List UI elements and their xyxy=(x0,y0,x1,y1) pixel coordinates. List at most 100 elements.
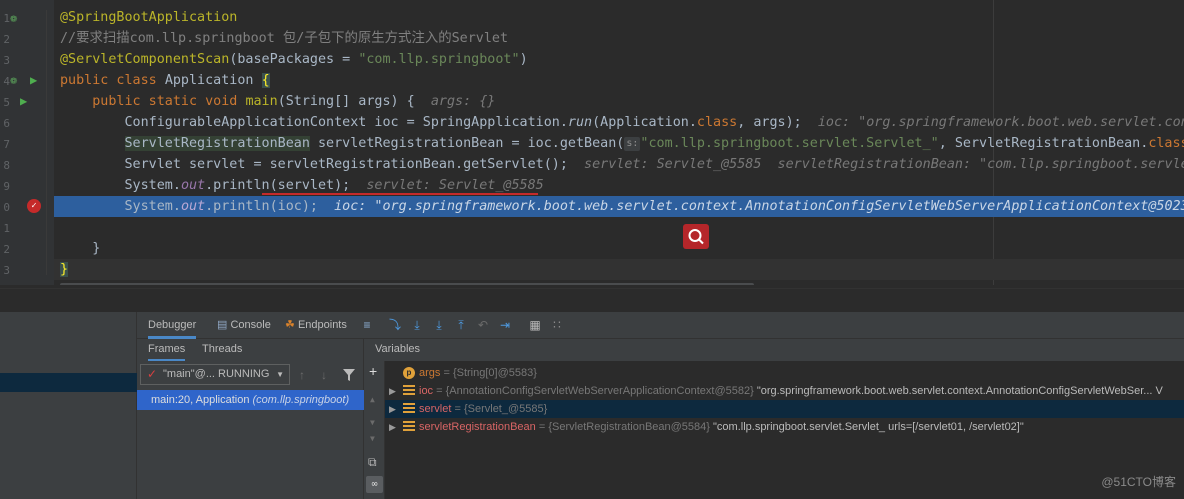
code-token: out xyxy=(180,199,206,214)
thread-select[interactable]: ✓ "main"@... RUNNING ▼ xyxy=(140,364,290,385)
variables-title: Variables xyxy=(364,339,1184,361)
expand-arrow-icon[interactable]: ▶ xyxy=(389,382,396,400)
debug-panel: Debugger ▤ Console ☘ Endpoints ≡ ⤵ ⤓ ⤓ ⤒… xyxy=(0,312,1184,499)
tab-console-label: Console xyxy=(230,319,271,331)
watermark: @51CTO博客 xyxy=(1101,475,1176,489)
code-token: class xyxy=(696,115,738,130)
search-button[interactable] xyxy=(683,224,709,249)
variable-text: servlet = {Servlet_@5585} xyxy=(419,400,547,418)
code-token: System. xyxy=(60,178,181,193)
filter-icon[interactable] xyxy=(343,369,355,381)
code-token: run xyxy=(567,115,593,130)
code-token: "com.llp.springboot" xyxy=(358,52,520,67)
line-number: 3 xyxy=(3,264,10,277)
variables-side-toolbar: + ▲ ▼ ▼ ⧉ ∞ xyxy=(364,339,385,499)
code-line[interactable]: } xyxy=(54,259,1184,280)
code-token: ConfigurableApplicationContext ioc = Spr… xyxy=(60,115,568,130)
code-token: } xyxy=(60,241,101,256)
variable-text: ioc = {AnnotationConfigServletWebServerA… xyxy=(419,382,1163,400)
field-icon xyxy=(403,403,415,415)
spring-bean-icon[interactable]: ❁ xyxy=(10,12,17,24)
inline-debug-value: ioc: "org.springframework.boot.web.servl… xyxy=(334,199,1184,214)
code-token: ServletRegistrationBean xyxy=(124,136,310,151)
expand-arrow-icon[interactable]: ▶ xyxy=(389,400,396,418)
code-token: Servlet servlet = servletRegistrationBea… xyxy=(60,157,585,172)
line-number: 5 xyxy=(3,96,10,109)
step-into-icon[interactable]: ⤓ xyxy=(410,318,424,332)
tab-threads[interactable]: Threads xyxy=(202,339,242,361)
code-line[interactable]: //要求扫描com.llp.springboot 包/子包下的原生方式注入的Se… xyxy=(54,28,1184,49)
code-line[interactable]: public class Application { xyxy=(54,70,1184,91)
step-over-icon[interactable]: ⤵ xyxy=(388,318,402,332)
evaluate-icon[interactable]: ▦ xyxy=(528,318,542,332)
debug-left-strip xyxy=(0,312,137,499)
spring-bean-icon[interactable]: ❁ xyxy=(10,74,17,86)
add-icon[interactable]: + xyxy=(369,363,377,379)
run-gutter-icon[interactable]: ▶ xyxy=(20,95,27,107)
variable-value: "org.springframework.boot.web.servlet.co… xyxy=(753,385,1163,397)
tab-console[interactable]: ▤ Console xyxy=(217,312,271,339)
code-token: (basePackages = xyxy=(229,52,359,67)
variable-row[interactable]: ▶ ioc = {AnnotationConfigServletWebServer… xyxy=(385,382,1184,400)
layout-icon[interactable]: ≡ xyxy=(360,318,374,332)
breakpoint-icon[interactable]: ✓ xyxy=(27,199,41,213)
step-out-icon[interactable]: ⤒ xyxy=(454,318,468,332)
variable-equals: = xyxy=(451,403,464,415)
code-line[interactable]: @SpringBootApplication xyxy=(54,7,1184,28)
expand-arrow-icon[interactable]: ▶ xyxy=(389,418,396,436)
variable-row[interactable]: p args = {String[0]@5583} xyxy=(385,364,1184,382)
code-line[interactable]: ServletRegistrationBean servletRegistrat… xyxy=(54,133,1184,154)
check-icon: ✓ xyxy=(147,367,158,381)
code-token: (Application. xyxy=(592,115,697,130)
run-to-cursor-icon[interactable]: ⇥ xyxy=(498,318,512,332)
variable-row[interactable]: ▶ servlet = {Servlet_@5585} xyxy=(385,400,1184,418)
run-gutter-icon[interactable]: ▶ xyxy=(30,74,37,86)
code-line[interactable]: @ServletComponentScan(basePackages = "co… xyxy=(54,49,1184,70)
selected-session[interactable] xyxy=(0,373,137,392)
frame-row[interactable]: main:20, Application (com.llp.springboot… xyxy=(137,390,364,410)
variable-row[interactable]: ▶ servletRegistrationBean = {ServletRegis… xyxy=(385,418,1184,436)
code-line-execution[interactable]: System.out.println(ioc); ioc: "org.sprin… xyxy=(54,196,1184,217)
line-number: 8 xyxy=(3,159,10,172)
inline-debug-value: ioc: "org.springframework.boot.web.servl… xyxy=(817,115,1184,130)
panel-separator xyxy=(0,288,1184,312)
code-token: ) xyxy=(519,52,528,67)
copy-icon[interactable]: ⧉ xyxy=(368,455,377,470)
tab-debugger[interactable]: Debugger xyxy=(148,312,197,339)
thread-select-value: "main"@... RUNNING xyxy=(163,368,270,380)
code-line[interactable]: } xyxy=(54,238,1184,259)
up-arrow-icon[interactable]: ↑ xyxy=(299,368,305,382)
code-token: //要求扫描com.llp.springboot 包/子包下的原生方式注入的Se… xyxy=(60,31,509,46)
code-line[interactable]: ConfigurableApplicationContext ioc = Spr… xyxy=(54,112,1184,133)
force-step-into-icon[interactable]: ⤓ xyxy=(432,318,446,332)
up-triangle-icon[interactable]: ▲ xyxy=(370,395,375,404)
code-token: out xyxy=(180,178,206,193)
code-line[interactable]: public static void main(String[] args) {… xyxy=(54,91,1184,112)
variable-type: {String[0]@5583} xyxy=(452,367,537,379)
line-number: 7 xyxy=(3,138,10,151)
tab-endpoints[interactable]: ☘ Endpoints xyxy=(285,312,347,339)
down-arrow-icon[interactable]: ↓ xyxy=(321,368,327,382)
code-editor[interactable]: 1 2 3 4 5 6 7 8 9 0 1 2 3 ❁ ❁ ▶ ▶ ✓ @Spr… xyxy=(0,0,1184,285)
glasses-icon[interactable]: ∞ xyxy=(366,476,383,493)
code-token: @ServletComponentScan xyxy=(60,52,230,67)
drop-frame-icon[interactable]: ↶ xyxy=(476,318,490,332)
code-token: Application xyxy=(164,73,262,88)
horizontal-scrollbar[interactable] xyxy=(60,283,754,285)
down-triangle-icon[interactable]: ▼ xyxy=(370,434,375,443)
code-token: System. xyxy=(60,199,181,214)
code-line[interactable]: System.out.println(servlet); servlet: Se… xyxy=(54,175,1184,196)
field-icon xyxy=(403,385,415,397)
down-triangle-icon[interactable]: ▼ xyxy=(370,418,375,427)
variable-value: "com.llp.springboot.servlet.Servlet_ url… xyxy=(709,421,1024,433)
trace-icon[interactable]: ∷ xyxy=(550,318,564,332)
code-token: servletRegistrationBean = ioc.getBean( xyxy=(309,136,625,151)
code-line[interactable]: Servlet servlet = servletRegistrationBea… xyxy=(54,154,1184,175)
inline-debug-value: args: {} xyxy=(430,94,496,109)
variable-name: servletRegistrationBean xyxy=(419,421,536,433)
code-line[interactable] xyxy=(54,217,1184,238)
endpoints-icon: ☘ xyxy=(285,319,295,331)
line-number: 1 xyxy=(3,12,10,25)
tab-frames[interactable]: Frames xyxy=(148,339,186,361)
code-token: , ServletRegistrationBean. xyxy=(938,136,1149,151)
